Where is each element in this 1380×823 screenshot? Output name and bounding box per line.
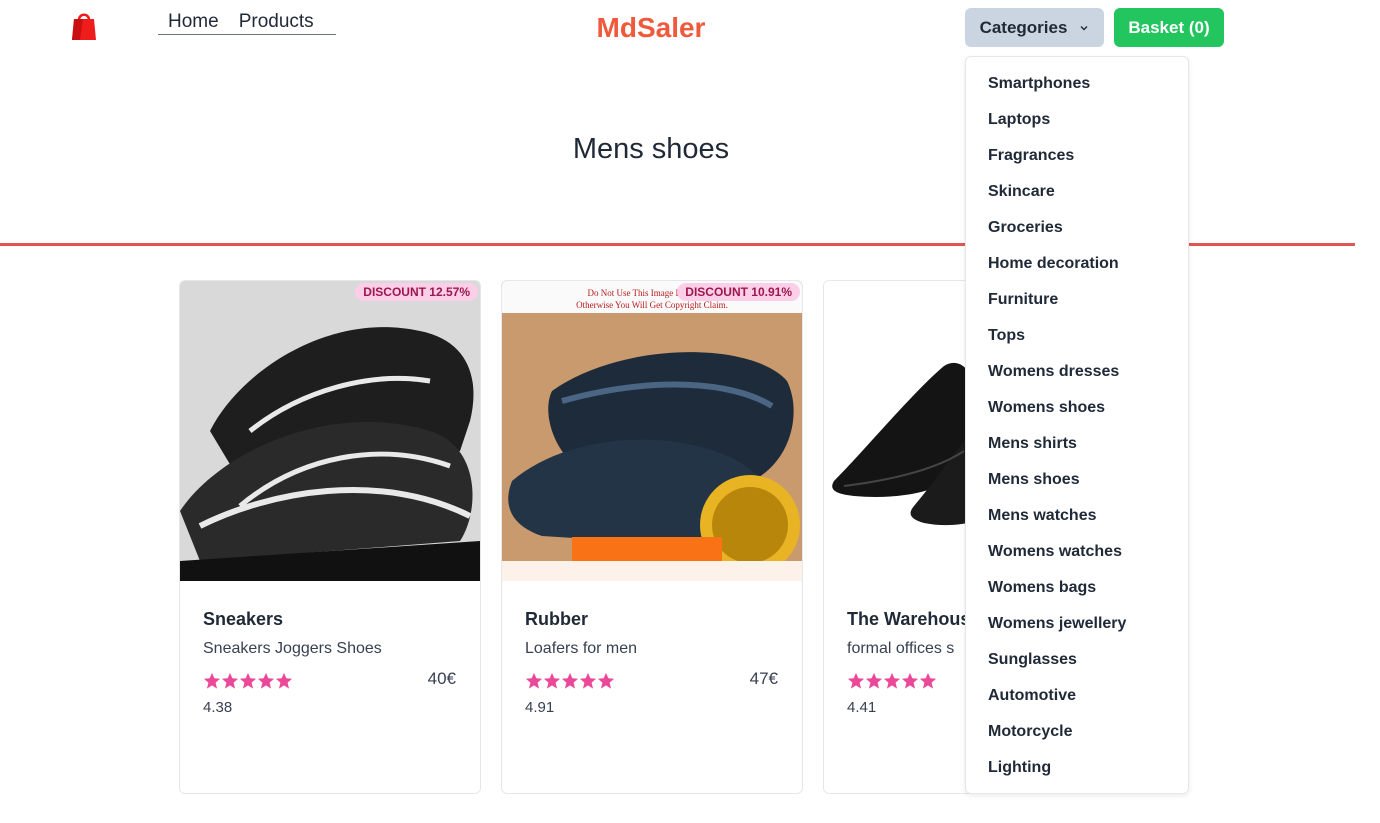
product-description: formal offices s bbox=[847, 640, 955, 657]
star-icon bbox=[579, 672, 597, 689]
star-icon bbox=[901, 672, 919, 689]
chevron-down-icon bbox=[1080, 25, 1088, 30]
product-description: Loafers for men bbox=[525, 640, 638, 657]
product-card[interactable]: DISCOUNT 12.57% Sneakers Sneakers Jogger… bbox=[179, 280, 481, 794]
product-image[interactable] bbox=[180, 281, 480, 581]
rating-stars bbox=[203, 672, 293, 690]
svg-text:Otherwise You Will Get Copyrig: Otherwise You Will Get Copyright Claim. bbox=[576, 300, 728, 310]
basket-button-label: Basket (0) bbox=[1128, 17, 1210, 37]
rating-value: 4.38 bbox=[203, 699, 233, 716]
category-item-womens-dresses[interactable]: Womens dresses bbox=[966, 362, 1188, 398]
star-icon bbox=[203, 672, 221, 689]
discount-badge: DISCOUNT 10.91% bbox=[677, 283, 800, 301]
rating-value: 4.41 bbox=[847, 699, 877, 716]
star-icon bbox=[221, 672, 239, 689]
brand-title[interactable]: MdSaler bbox=[0, 12, 1302, 44]
product-title[interactable]: Sneakers bbox=[203, 609, 283, 630]
category-item-womens-jewellery[interactable]: Womens jewellery bbox=[966, 614, 1188, 650]
rating-stars bbox=[525, 672, 615, 690]
product-title[interactable]: The Warehouse bbox=[847, 609, 980, 630]
category-item-skincare[interactable]: Skincare bbox=[966, 182, 1188, 218]
categories-dropdown-menu: Smartphones Laptops Fragrances Skincare … bbox=[965, 56, 1189, 794]
discount-badge: DISCOUNT 12.57% bbox=[355, 283, 478, 301]
category-item-motorcycle[interactable]: Motorcycle bbox=[966, 722, 1188, 758]
category-item-sunglasses[interactable]: Sunglasses bbox=[966, 650, 1188, 686]
category-item-home-decoration[interactable]: Home decoration bbox=[966, 254, 1188, 290]
category-item-fragrances[interactable]: Fragrances bbox=[966, 146, 1188, 182]
star-icon bbox=[239, 672, 257, 689]
product-price: 47€ bbox=[749, 669, 778, 688]
product-title[interactable]: Rubber bbox=[525, 609, 588, 630]
basket-button[interactable]: Basket (0) bbox=[1114, 8, 1224, 47]
category-item-womens-watches[interactable]: Womens watches bbox=[966, 542, 1188, 578]
rating-stars bbox=[847, 672, 937, 690]
category-item-furniture[interactable]: Furniture bbox=[966, 290, 1188, 326]
product-price: 40€ bbox=[427, 669, 456, 688]
category-item-womens-shoes[interactable]: Womens shoes bbox=[966, 398, 1188, 434]
categories-button[interactable]: Categories bbox=[965, 8, 1104, 47]
star-icon bbox=[543, 672, 561, 689]
star-icon bbox=[883, 672, 901, 689]
categories-button-label: Categories bbox=[979, 17, 1068, 37]
category-item-smartphones[interactable]: Smartphones bbox=[966, 74, 1188, 110]
category-item-tops[interactable]: Tops bbox=[966, 326, 1188, 362]
star-icon bbox=[275, 672, 293, 689]
star-icon bbox=[919, 672, 937, 689]
star-icon bbox=[597, 672, 615, 689]
star-icon bbox=[561, 672, 579, 689]
category-item-laptops[interactable]: Laptops bbox=[966, 110, 1188, 146]
star-icon bbox=[257, 672, 275, 689]
category-item-mens-watches[interactable]: Mens watches bbox=[966, 506, 1188, 542]
rating-value: 4.91 bbox=[525, 699, 555, 716]
category-item-womens-bags[interactable]: Womens bags bbox=[966, 578, 1188, 614]
category-item-mens-shoes[interactable]: Mens shoes bbox=[966, 470, 1188, 506]
star-icon bbox=[847, 672, 865, 689]
category-item-groceries[interactable]: Groceries bbox=[966, 218, 1188, 254]
product-card[interactable]: Do Not Use This Image For Your ... Other… bbox=[501, 280, 803, 794]
star-icon bbox=[525, 672, 543, 689]
category-item-lighting[interactable]: Lighting bbox=[966, 758, 1188, 794]
product-image[interactable]: Do Not Use This Image For Your ... Other… bbox=[502, 281, 802, 581]
product-description: Sneakers Joggers Shoes bbox=[203, 640, 382, 657]
star-icon bbox=[865, 672, 883, 689]
category-item-automotive[interactable]: Automotive bbox=[966, 686, 1188, 722]
category-item-mens-shirts[interactable]: Mens shirts bbox=[966, 434, 1188, 470]
